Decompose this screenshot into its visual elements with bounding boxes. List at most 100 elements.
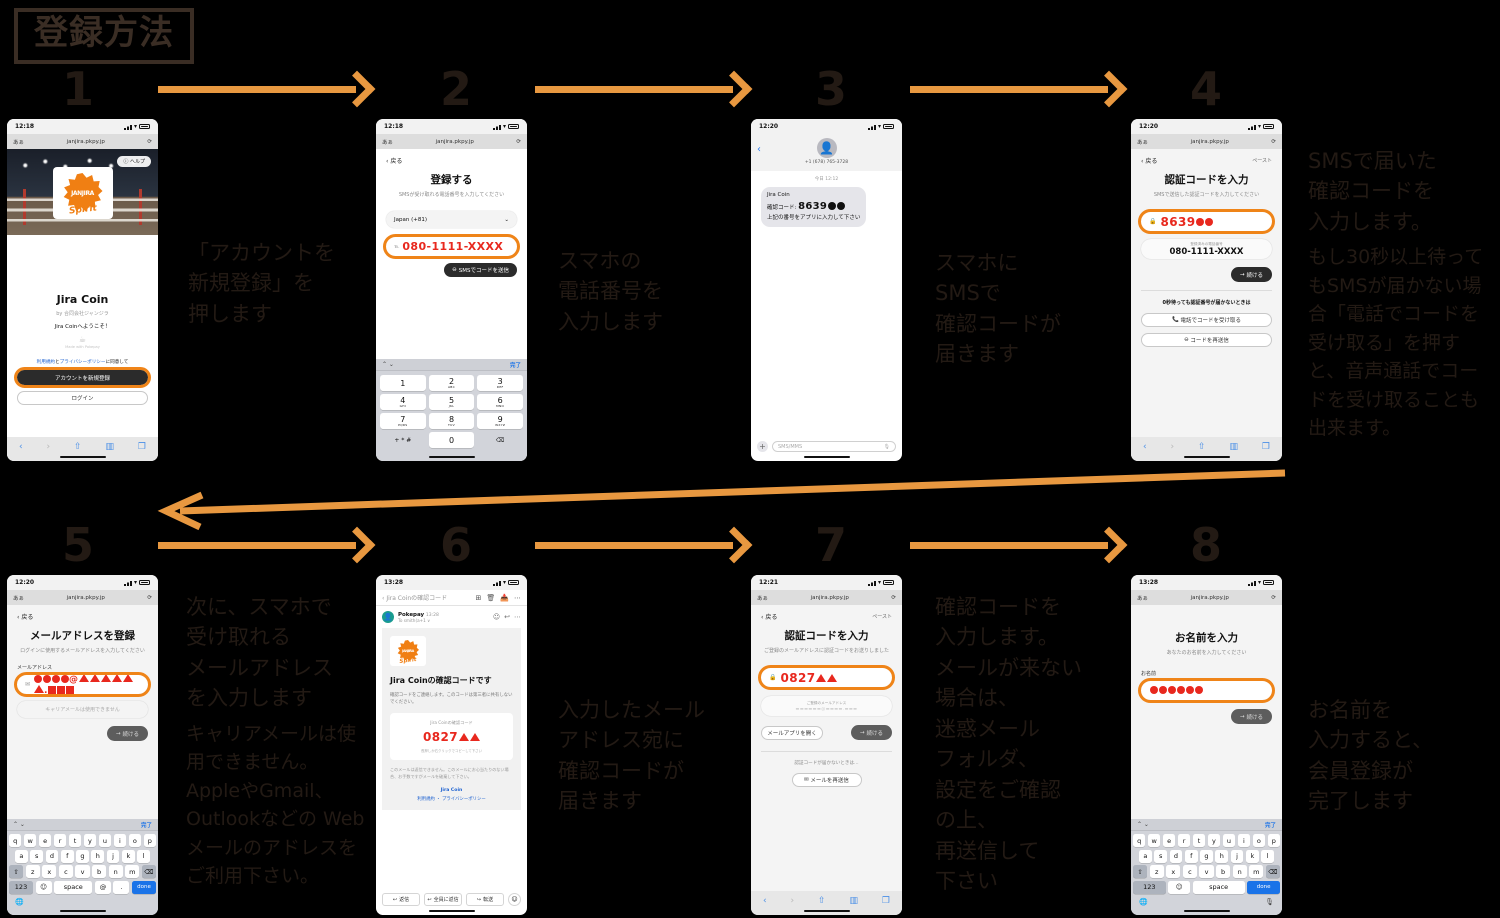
numpad-grid[interactable]: 1 2 ABC 3 DEF 4 GHI 5 JKL 6 MNO 7 PQRS 8 TUV 9 WXYZ + * #…	[376, 371, 527, 452]
mail-legal-links[interactable]: 利用規約 ・ プライバシーポリシー	[390, 796, 513, 802]
key-p[interactable]: p	[1267, 834, 1281, 847]
text-size-button[interactable]: あぁ	[1137, 594, 1148, 602]
share-icon[interactable]: ⇧	[1198, 442, 1206, 452]
share-icon[interactable]: ⇧	[818, 896, 826, 906]
key-r[interactable]: r	[53, 834, 67, 847]
numpad-key-2[interactable]: 2 ABC	[428, 375, 475, 391]
more-icon[interactable]: ⋯	[514, 613, 521, 621]
key-n[interactable]: n	[108, 865, 123, 878]
key-q[interactable]: q	[8, 834, 22, 847]
back-link[interactable]: ‹ 戻る	[1141, 156, 1157, 165]
key-done[interactable]: done	[1247, 880, 1281, 894]
key-i[interactable]: i	[1237, 834, 1251, 847]
text-size-button[interactable]: あぁ	[757, 594, 768, 602]
key-c[interactable]: c	[1182, 865, 1197, 878]
microphone-icon[interactable]: 🎙	[1265, 898, 1274, 906]
reload-icon[interactable]: ⟳	[147, 139, 152, 145]
key-e[interactable]: e	[38, 834, 52, 847]
numpad-key-7[interactable]: 7 PQRS	[380, 413, 426, 429]
forward-button[interactable]: ↪ 転送	[466, 893, 504, 906]
key-x[interactable]: x	[1166, 865, 1181, 878]
back-link[interactable]: ‹ 戻る	[386, 156, 517, 165]
tabs-icon[interactable]: ❐	[882, 896, 890, 906]
numeric-keyboard[interactable]: ⌃ ⌄ 完了 1 2 ABC 3 DEF 4 GHI 5 JKL 6 MNO 7 PQRS 8 TUV 9 WX…	[376, 359, 527, 461]
key-j[interactable]: j	[1230, 849, 1244, 863]
key-123[interactable]: 123	[1133, 880, 1166, 894]
resend-code-button[interactable]: ⊖ コードを再送信	[1141, 333, 1272, 347]
key-o[interactable]: o	[128, 834, 142, 847]
mail-action-bar[interactable]: ↩ 返信 ↩ 全員に返信 ↪ 転送 ☺	[376, 893, 527, 906]
numpad-key-0[interactable]: 0	[428, 432, 475, 448]
key-v[interactable]: v	[1199, 865, 1214, 878]
key-s[interactable]: s	[30, 849, 44, 863]
key-i[interactable]: i	[113, 834, 127, 847]
back-link[interactable]: ‹ 戻る	[761, 612, 777, 621]
qwerty-keyboard[interactable]: ⌃ ⌄ 完了 q w e r t y u i o p a s d f g h j k l ⇧ z x c v b n m ⌫ 123 ☺ s…	[1131, 819, 1282, 915]
tabs-icon[interactable]: ❐	[1262, 442, 1270, 452]
numpad-key-1[interactable]: 1	[380, 375, 426, 391]
key-m[interactable]: m	[125, 865, 140, 878]
text-size-button[interactable]: あぁ	[13, 138, 24, 146]
key-o[interactable]: o	[1252, 834, 1266, 847]
keyboard-done-button[interactable]: 完了	[510, 361, 521, 369]
key-g[interactable]: g	[1200, 849, 1213, 863]
key-l[interactable]: l	[137, 849, 151, 863]
keyboard-done-button[interactable]: 完了	[1265, 821, 1276, 829]
sms-text-input[interactable]: SMS/MMS 🎙	[772, 441, 896, 452]
back-link[interactable]: ‹ 戻る	[17, 612, 148, 621]
email-address-input[interactable]: ✉ @.	[17, 673, 148, 696]
resend-email-button[interactable]: ✉ メールを再送信	[791, 773, 862, 787]
key-⇧[interactable]: ⇧	[1133, 865, 1148, 878]
numpad-key-5[interactable]: 5 JKL	[428, 394, 475, 410]
key-⌫[interactable]: ⌫	[1265, 865, 1280, 878]
reply-all-button[interactable]: ↩ 全員に返信	[424, 893, 462, 906]
browser-url-bar[interactable]: あぁ janjira.pkpy.jp ⟳	[376, 134, 527, 149]
key-done[interactable]: done	[131, 880, 156, 894]
key-z[interactable]: z	[25, 865, 40, 878]
key-y[interactable]: y	[1207, 834, 1221, 847]
browser-url-bar[interactable]: あぁ janjira.pkpy.jp ⟳	[1131, 134, 1282, 149]
reply-icon[interactable]: ↩	[504, 613, 510, 621]
key-p[interactable]: p	[143, 834, 157, 847]
key-123[interactable]: 123	[9, 880, 34, 894]
emoji-button[interactable]: ☺	[508, 893, 521, 906]
key-l[interactable]: l	[1261, 849, 1275, 863]
mail-brand-link[interactable]: Jira Coin	[390, 788, 513, 793]
key-h[interactable]: h	[1215, 849, 1229, 863]
send-sms-code-button[interactable]: ⊖ SMSでコードを送信	[444, 263, 517, 277]
emoji-react-icon[interactable]: ☺	[493, 613, 500, 621]
key-u[interactable]: u	[98, 834, 112, 847]
numpad-key-+ * #[interactable]: + * #	[380, 432, 426, 448]
sms-compose-bar[interactable]: + SMS/MMS 🎙	[751, 441, 902, 452]
numpad-key-4[interactable]: 4 GHI	[380, 394, 426, 410]
reload-icon[interactable]: ⟳	[147, 595, 152, 601]
back-icon[interactable]: ‹	[19, 442, 23, 452]
delete-icon[interactable]: 🗑	[486, 594, 495, 602]
tabs-icon[interactable]: ❐	[138, 442, 146, 452]
share-icon[interactable]: ⇧	[74, 442, 82, 452]
continue-button[interactable]: → 続ける	[1230, 709, 1272, 724]
nav-arrows[interactable]: ⌃ ⌄	[1137, 821, 1149, 828]
key-w[interactable]: w	[1147, 834, 1161, 847]
key-d[interactable]: d	[1169, 849, 1183, 863]
verification-code-input[interactable]: 🔒 0827	[761, 668, 892, 687]
more-icon[interactable]: ⋯	[514, 594, 521, 602]
key-q[interactable]: q	[1132, 834, 1146, 847]
back-icon[interactable]: ‹	[757, 144, 761, 155]
key-⌫[interactable]: ⌫	[141, 865, 156, 878]
key-.[interactable]: .	[113, 880, 130, 894]
key-t[interactable]: t	[68, 834, 82, 847]
key-r[interactable]: r	[1177, 834, 1191, 847]
text-size-button[interactable]: あぁ	[13, 594, 24, 602]
back-icon[interactable]: ‹	[1143, 442, 1147, 452]
terms-link[interactable]: 利用規約	[37, 360, 55, 365]
key-t[interactable]: t	[1192, 834, 1206, 847]
key-k[interactable]: k	[121, 849, 135, 863]
keyboard-rows[interactable]: q w e r t y u i o p a s d f g h j k l ⇧ z x c v b n m ⌫ 123 ☺ space @. d…	[7, 831, 158, 896]
key-k[interactable]: k	[1245, 849, 1259, 863]
qwerty-keyboard[interactable]: ⌃ ⌄ 完了 q w e r t y u i o p a s d f g h j k l ⇧ z x c v b n m ⌫ 123 ☺ s…	[7, 819, 158, 915]
bookmarks-icon[interactable]: ▥	[105, 442, 114, 452]
key-u[interactable]: u	[1222, 834, 1236, 847]
phone-number-input[interactable]: ℡ 080-1111-XXXX	[386, 237, 517, 256]
globe-icon[interactable]: 🌐	[15, 898, 24, 906]
